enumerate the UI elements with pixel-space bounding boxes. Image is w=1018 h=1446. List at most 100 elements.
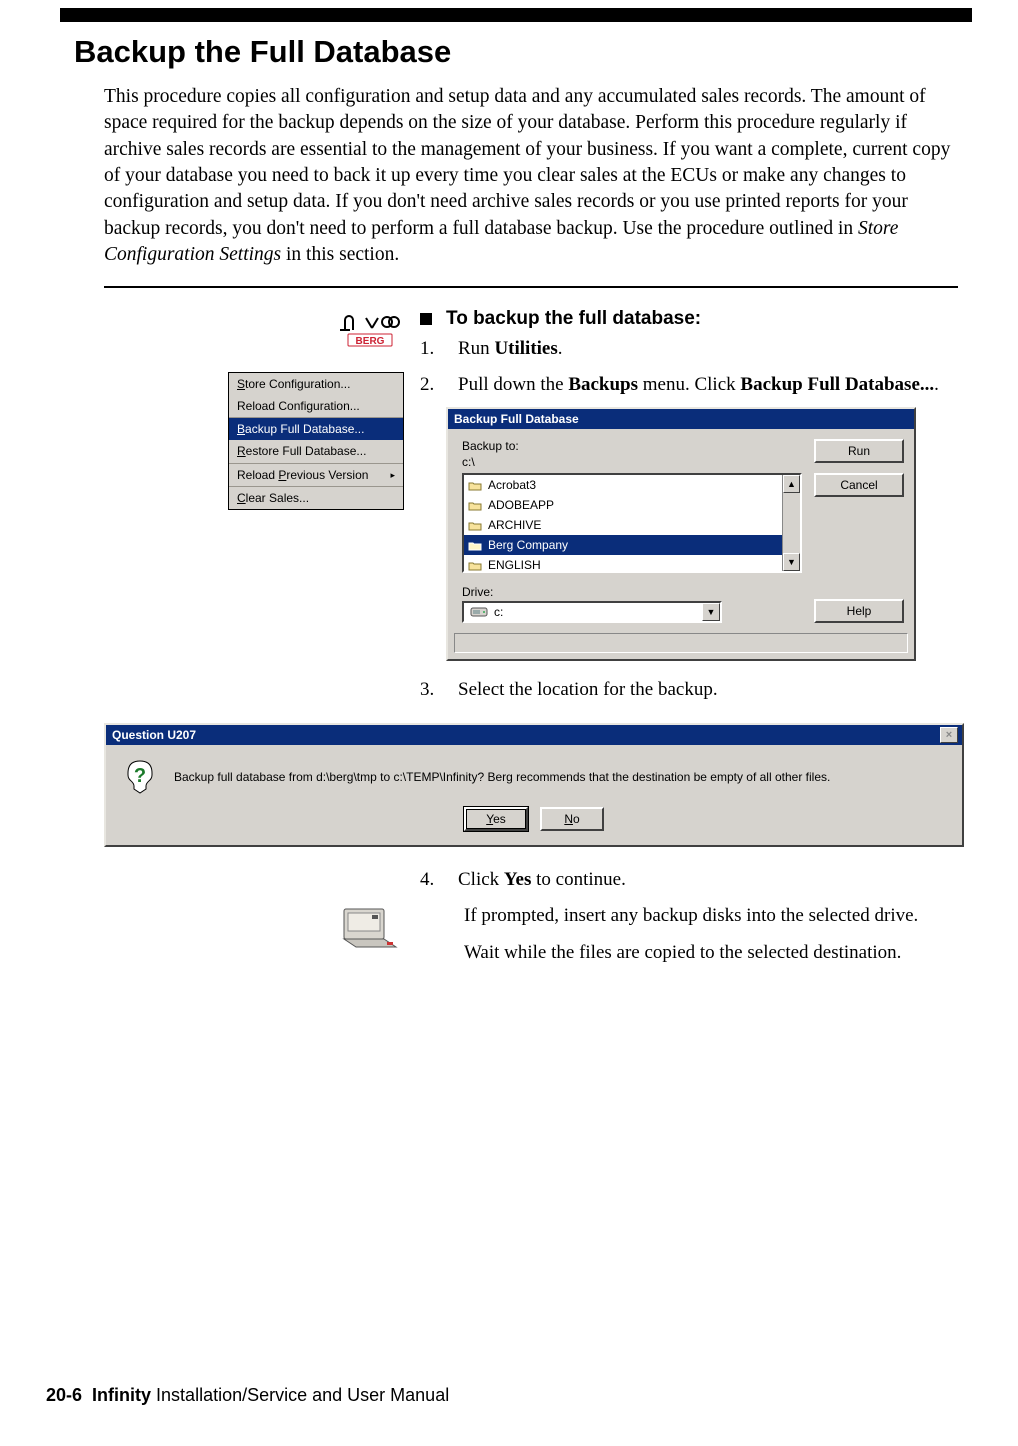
drive-value: c:	[494, 605, 503, 619]
step4-bold: Yes	[504, 869, 531, 890]
backup-to-label: Backup to:	[462, 439, 802, 453]
menu-pre: Reload	[237, 468, 278, 482]
page-number: 20-6	[46, 1385, 82, 1405]
backup-to-path: c:\	[462, 455, 802, 469]
intro-text-2: in this section.	[281, 244, 399, 265]
folder-listbox[interactable]: Acrobat3 ADOBEAPP ARCHIVE	[462, 473, 802, 573]
backups-menu[interactable]: Store Configuration... Reload Configurat…	[228, 372, 404, 510]
menu-u: R	[237, 444, 246, 458]
header-rule	[60, 8, 972, 22]
step4-p3: Wait while the files are copied to the s…	[464, 940, 964, 966]
step-num: 4.	[420, 867, 440, 893]
procedure-heading-text: To backup the full database:	[446, 308, 701, 330]
step2-after: .	[934, 374, 939, 395]
menu-item-reload-configuration[interactable]: Reload Configuration...	[229, 395, 403, 417]
step1-before: Run	[458, 338, 494, 359]
folder-row[interactable]: ENGLISH	[464, 555, 782, 571]
scroll-up-button[interactable]: ▲	[783, 475, 800, 493]
folder-icon	[468, 520, 482, 531]
step-num: 1.	[420, 336, 440, 362]
step1-bold: Utilities	[494, 338, 557, 359]
no-u: N	[564, 812, 573, 826]
listbox-scrollbar[interactable]: ▲ ▼	[782, 475, 800, 571]
procedure-heading: To backup the full database:	[420, 308, 964, 330]
menu-item-store-configuration[interactable]: Store Configuration...	[229, 373, 403, 395]
step4-p2: If prompted, insert any backup disks int…	[464, 903, 964, 929]
menu-item-backup-full-database[interactable]: Backup Full Database...	[229, 418, 403, 440]
folder-row[interactable]: ADOBEAPP	[464, 495, 782, 515]
run-button[interactable]: Run	[814, 439, 904, 463]
folder-name: Berg Company	[488, 536, 568, 554]
step1-after: .	[558, 338, 563, 359]
close-icon: ×	[946, 729, 952, 741]
folder-name: ADOBEAPP	[488, 496, 554, 514]
step3-text: Select the location for the backup.	[458, 677, 964, 703]
step-4: 4. Click Yes to continue.	[420, 867, 964, 893]
drive-combo[interactable]: c: ▼	[462, 601, 722, 623]
question-dialog: Question U207 × ? Backup full database f…	[104, 723, 964, 847]
folder-row[interactable]: ARCHIVE	[464, 515, 782, 535]
svg-text:?: ?	[134, 765, 146, 787]
menu-item-reload-previous-version[interactable]: Reload Previous Version ▸	[229, 464, 403, 486]
step4-after: to continue.	[531, 869, 625, 890]
step-2: 2. Pull down the Backups menu. Click Bac…	[420, 372, 964, 398]
menu-rest: revious Version	[286, 468, 368, 482]
step2-mid: menu. Click	[638, 374, 740, 395]
dialog-titlebar: Backup Full Database	[448, 409, 914, 429]
page-footer: 20-6 Infinity Installation/Service and U…	[46, 1385, 449, 1406]
no-button[interactable]: No	[540, 807, 604, 831]
submenu-arrow-icon: ▸	[390, 469, 395, 481]
folder-icon	[468, 560, 482, 571]
menu-u: B	[237, 422, 245, 436]
cancel-button[interactable]: Cancel	[814, 473, 904, 497]
menu-rest: Reload Configuration...	[237, 398, 360, 414]
dialog-statusbar	[454, 633, 908, 653]
drive-icon	[470, 606, 488, 618]
menu-u: C	[237, 491, 246, 505]
berg-logo: BERG	[334, 314, 404, 348]
step2-before: Pull down the	[458, 374, 568, 395]
menu-rest: tore Configuration...	[245, 377, 350, 391]
scroll-down-button[interactable]: ▼	[783, 553, 800, 571]
folder-icon	[468, 480, 482, 491]
folder-name: ARCHIVE	[488, 516, 541, 534]
menu-rest: estore Full Database...	[246, 444, 367, 458]
question-title: Question U207	[112, 728, 196, 742]
folder-row-selected[interactable]: Berg Company	[464, 535, 782, 555]
intro-paragraph: This procedure copies all configuration …	[104, 84, 958, 268]
step-num: 3.	[420, 677, 440, 703]
question-icon: ?	[122, 759, 158, 795]
folder-name: Acrobat3	[488, 476, 536, 494]
folder-name: ENGLISH	[488, 556, 541, 571]
page-title: Backup the Full Database	[74, 34, 958, 70]
menu-item-clear-sales[interactable]: Clear Sales...	[229, 487, 403, 509]
help-button[interactable]: Help	[814, 599, 904, 623]
step-num: 2.	[420, 372, 440, 398]
backup-full-database-dialog: Backup Full Database Backup to: c:\ Acro…	[446, 407, 916, 661]
question-text: Backup full database from d:\berg\tmp to…	[174, 770, 830, 784]
folder-open-icon	[468, 540, 482, 551]
floppy-disk-icon	[338, 901, 404, 951]
yes-button[interactable]: Yes	[464, 807, 528, 831]
folder-row[interactable]: Acrobat3	[464, 475, 782, 495]
yes-u: Y	[486, 812, 493, 826]
menu-item-restore-full-database[interactable]: Restore Full Database...	[229, 440, 403, 462]
step2-bold2: Backup Full Database...	[740, 374, 934, 395]
menu-u: S	[237, 377, 245, 391]
menu-rest: ackup Full Database...	[245, 422, 364, 436]
section-rule	[104, 286, 958, 288]
folder-icon	[468, 500, 482, 511]
close-button[interactable]: ×	[940, 727, 958, 743]
square-bullet-icon	[420, 313, 432, 325]
menu-rest: lear Sales...	[246, 491, 309, 505]
step-3: 3. Select the location for the backup.	[420, 677, 964, 703]
intro-text-1: This procedure copies all configuration …	[104, 86, 950, 239]
combo-arrow-button[interactable]: ▼	[702, 603, 720, 621]
step4-before: Click	[458, 869, 504, 890]
svg-text:BERG: BERG	[356, 336, 385, 347]
product-name: Infinity	[92, 1385, 151, 1405]
footer-rest: Installation/Service and User Manual	[151, 1385, 449, 1405]
drive-label: Drive:	[462, 585, 802, 599]
step-1: 1. Run Utilities.	[420, 336, 964, 362]
step2-bold1: Backups	[568, 374, 638, 395]
